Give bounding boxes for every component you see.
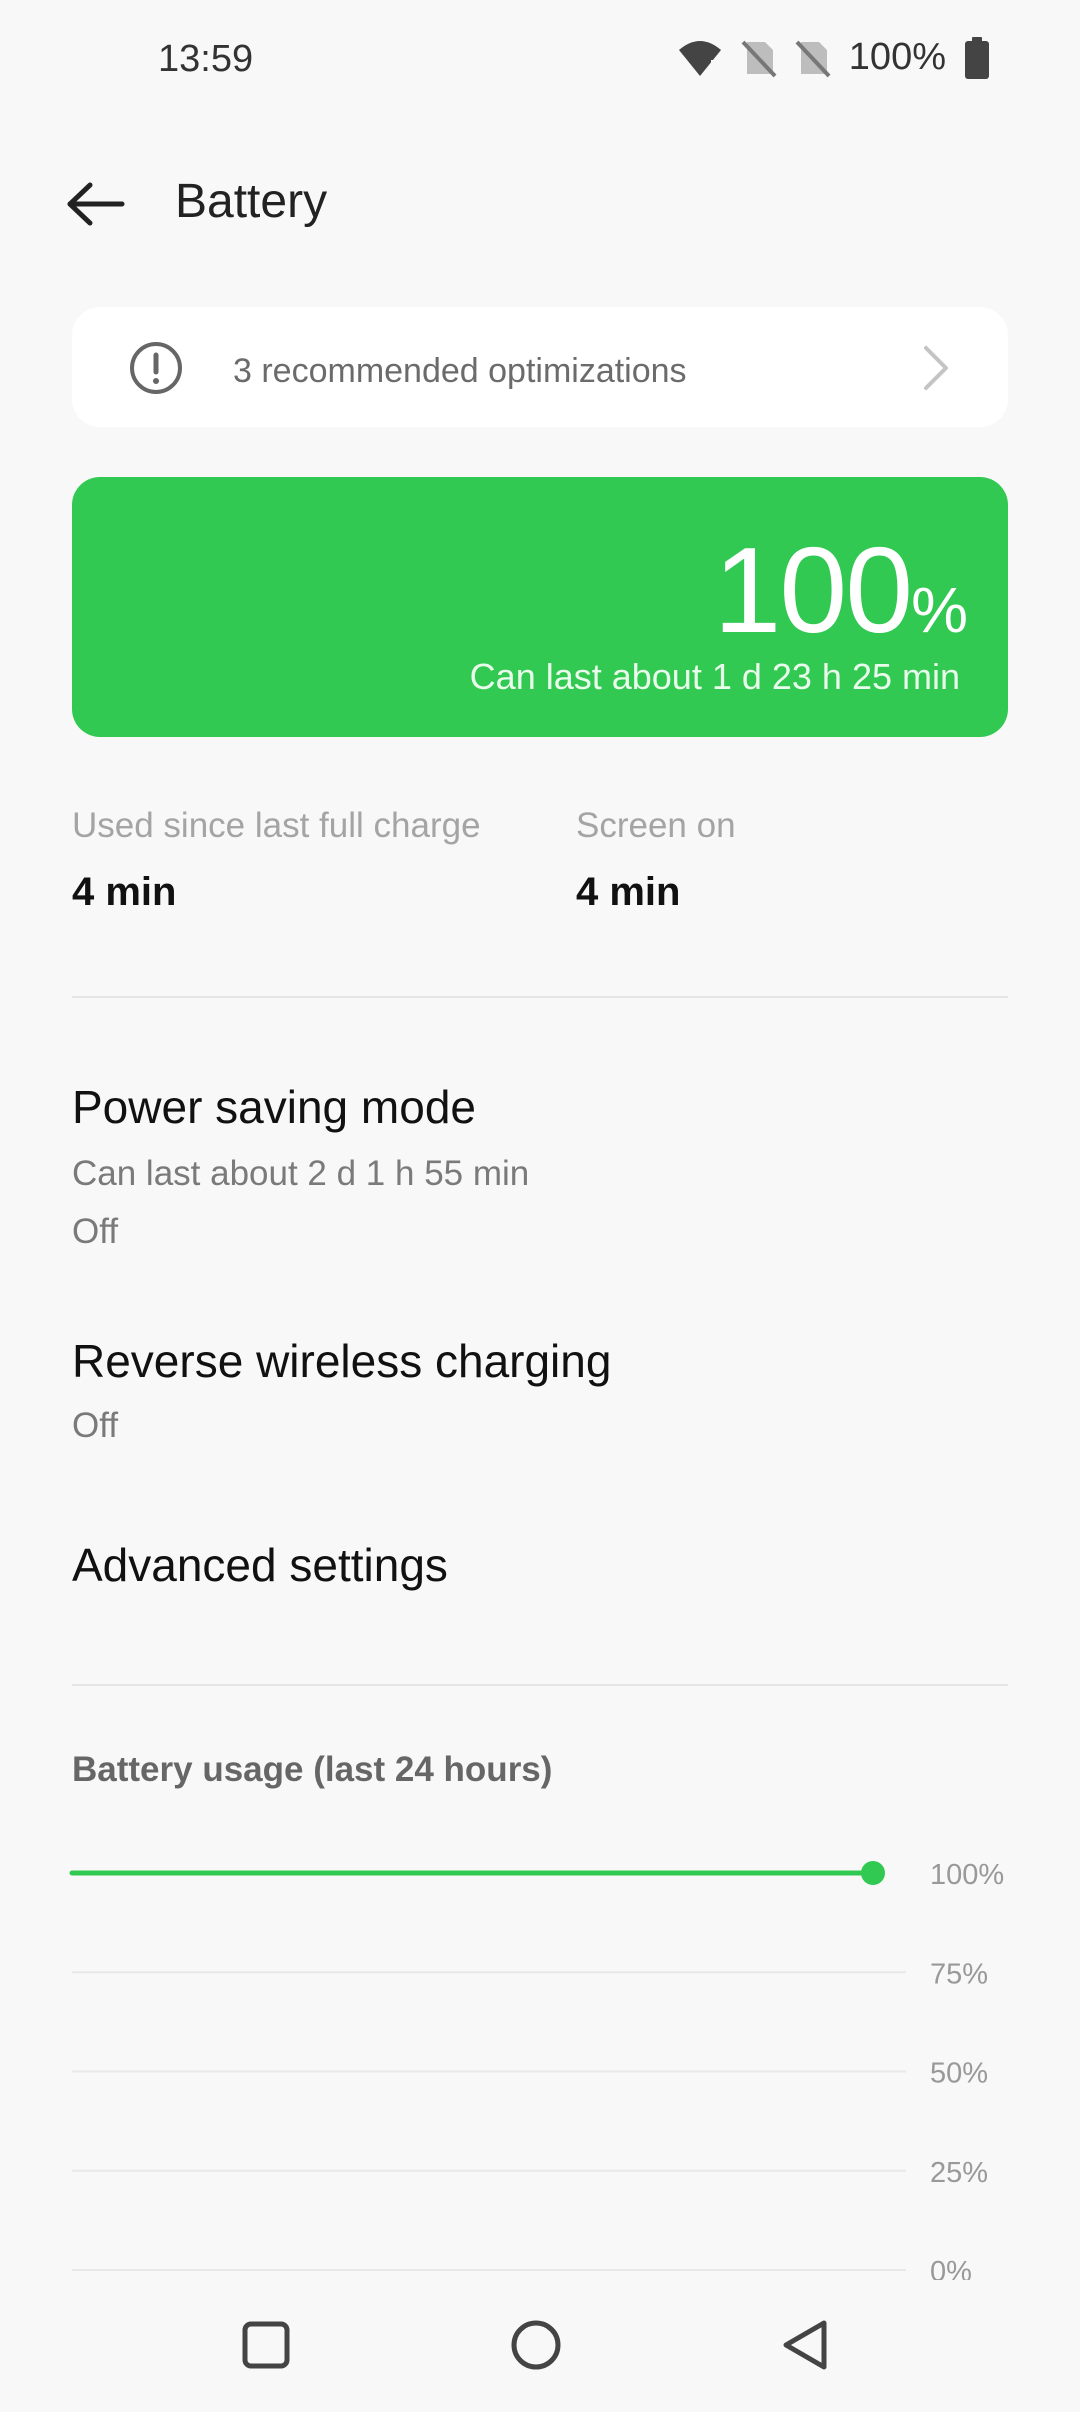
status-icons: 100%: [677, 36, 990, 79]
chart-y-tick-label: 100%: [930, 1859, 1004, 1891]
reverse-wireless-charging-item[interactable]: Reverse wireless charging Off: [72, 1334, 1008, 1454]
chart-y-tick-label: 25%: [930, 2157, 988, 2189]
back-button[interactable]: [64, 172, 128, 236]
chart-title: Battery usage (last 24 hours): [72, 1750, 553, 1789]
battery-level-unit: %: [911, 574, 968, 646]
power-saving-mode-item[interactable]: Power saving mode Can last about 2 d 1 h…: [72, 1080, 1008, 1260]
home-button[interactable]: [481, 2290, 591, 2400]
power-saving-estimate: Can last about 2 d 1 h 55 min: [72, 1154, 530, 1193]
chevron-right-icon: [924, 346, 948, 390]
battery-estimate: Can last about 1 d 23 h 25 min: [469, 656, 960, 697]
no-sim-icon: [795, 40, 831, 77]
power-saving-state: Off: [72, 1212, 119, 1251]
recents-button[interactable]: [211, 2290, 321, 2400]
back-triangle-icon: [783, 2320, 827, 2370]
back-nav-button[interactable]: [751, 2290, 861, 2400]
wifi-icon: [678, 40, 721, 76]
battery-usage-chart: 100% 75% 50% 25% 0%: [69, 1859, 1004, 2280]
advanced-settings-item[interactable]: Advanced settings: [72, 1538, 1008, 1608]
status-time: 13:59: [158, 38, 254, 80]
navigation-bar: [0, 2290, 1080, 2400]
exclamation-circle-icon: [130, 342, 182, 394]
advanced-settings-title: Advanced settings: [72, 1539, 448, 1591]
battery-full-icon: [965, 36, 989, 79]
battery-percent-text: 100%: [848, 36, 946, 78]
page-title: Battery: [175, 175, 328, 228]
divider: [72, 1684, 1008, 1686]
chart-y-tick-label: 0%: [930, 2256, 972, 2280]
arrow-left-icon: [67, 182, 125, 226]
reverse-wireless-state: Off: [72, 1406, 119, 1445]
used-since-charge-value: 4 min: [72, 870, 177, 914]
chart-y-tick-label: 75%: [930, 1958, 988, 1990]
power-saving-title: Power saving mode: [72, 1081, 476, 1133]
reverse-wireless-title: Reverse wireless charging: [72, 1335, 612, 1387]
home-circle-icon: [511, 2320, 561, 2370]
no-sim-icon: [741, 40, 777, 77]
screen-on-label: Screen on: [576, 806, 736, 845]
battery-level-number: 100: [713, 522, 914, 658]
screen-on-value: 4 min: [576, 870, 681, 914]
chart-end-point: [861, 1861, 885, 1885]
battery-level: 100%: [714, 520, 968, 660]
optimizations-text: 3 recommended optimizations: [233, 352, 687, 390]
used-since-charge-label: Used since last full charge: [72, 806, 481, 845]
divider: [72, 996, 1008, 998]
chart-y-tick-label: 50%: [930, 2058, 988, 2090]
recents-square-icon: [242, 2321, 290, 2369]
